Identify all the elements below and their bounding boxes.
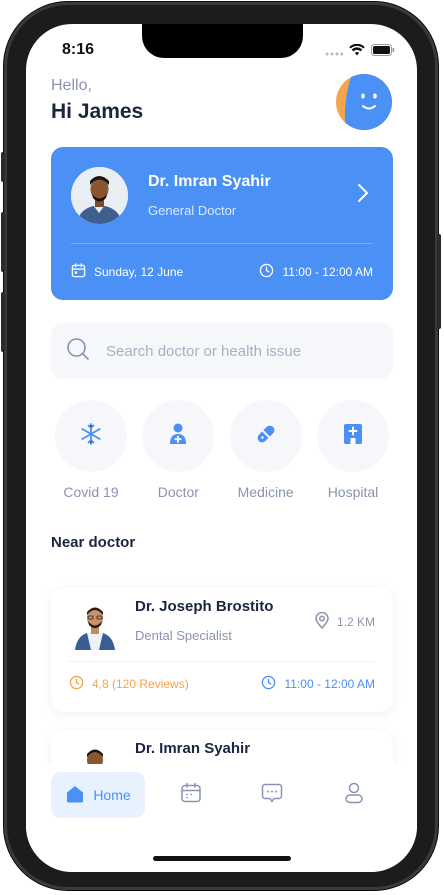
volume-up-button <box>1 212 5 272</box>
appointment-date: Sunday, 12 June <box>71 263 183 281</box>
chevron-right-icon[interactable] <box>357 183 369 208</box>
appointment-date-text: Sunday, 12 June <box>94 265 184 279</box>
signal-icon <box>325 43 344 61</box>
clock-icon <box>69 675 84 693</box>
near-doctor-rating: 4,8 (120 Reviews) <box>69 675 189 693</box>
bottom-tab-bar: Home <box>26 764 417 872</box>
near-doctor-distance: 1.2 KM <box>315 611 375 632</box>
category-hospital[interactable]: Hospital <box>313 400 393 500</box>
search-input[interactable] <box>106 342 366 360</box>
notch <box>142 24 303 58</box>
app-screen: 8:16 Hello, Hi James Dr. Imran Syahir Ge… <box>26 24 417 872</box>
appointment-time: 11:00 - 12:00 AM <box>259 263 373 281</box>
greeting-hello: Hello, <box>51 77 92 94</box>
appointment-doctor-specialty: General Doctor <box>148 203 237 218</box>
category-covid[interactable]: Covid 19 <box>51 400 131 500</box>
hospital-icon <box>343 423 363 450</box>
chat-icon <box>261 782 283 809</box>
category-list: Covid 19 Doctor Medicine Hospital <box>51 400 393 500</box>
category-label: Covid 19 <box>63 484 119 500</box>
search-icon <box>66 337 90 366</box>
card-divider <box>71 243 373 244</box>
card-divider <box>69 661 375 662</box>
appointment-doctor-name: Dr. Imran Syahir <box>148 173 271 190</box>
location-pin-icon <box>315 611 329 632</box>
home-indicator <box>153 856 291 861</box>
tab-profile[interactable] <box>334 772 374 818</box>
near-doctor-distance-text: 1.2 KM <box>336 615 375 629</box>
category-label: Medicine <box>237 484 294 500</box>
near-doctor-name: Dr. Joseph Brostito <box>135 598 274 615</box>
clock-icon <box>259 263 274 281</box>
near-doctor-name: Dr. Imran Syahir <box>135 740 251 757</box>
doctor-photo <box>71 167 128 224</box>
category-label: Doctor <box>157 484 199 500</box>
home-icon <box>65 784 85 807</box>
appointment-time-text: 11:00 - 12:00 AM <box>282 265 373 279</box>
tab-calendar[interactable] <box>171 772 211 818</box>
near-doctor-rating-text: 4,8 (120 Reviews) <box>92 677 189 691</box>
user-avatar[interactable] <box>336 74 392 130</box>
tab-home-label: Home <box>93 787 131 803</box>
battery-icon <box>371 43 395 61</box>
pill-icon <box>255 423 277 450</box>
calendar-icon <box>71 263 86 281</box>
search-bar[interactable] <box>51 323 393 379</box>
doctor-icon <box>169 423 187 450</box>
near-doctor-card[interactable]: Dr. Joseph Brostito Dental Specialist 1.… <box>51 588 393 712</box>
doctor-photo <box>71 602 119 650</box>
tab-home[interactable]: Home <box>51 772 145 818</box>
category-medicine[interactable]: Medicine <box>226 400 306 500</box>
clock-icon <box>261 675 276 693</box>
near-doctor-time: 11:00 - 12:00 AM <box>261 675 375 693</box>
category-doctor[interactable]: Doctor <box>138 400 218 500</box>
calendar-icon <box>180 782 202 809</box>
category-label: Hospital <box>327 484 379 500</box>
tab-messages[interactable] <box>252 772 292 818</box>
near-doctor-time-text: 11:00 - 12:00 AM <box>284 677 375 691</box>
upcoming-appointment-card[interactable]: Dr. Imran Syahir General Doctor Sunday, … <box>51 147 393 300</box>
status-time: 8:16 <box>62 41 95 58</box>
greeting-name: Hi James <box>51 100 144 123</box>
power-button <box>437 234 441 329</box>
phone-frame: 8:16 Hello, Hi James Dr. Imran Syahir Ge… <box>1 2 441 890</box>
snowflake-icon <box>80 422 102 450</box>
status-icons <box>325 43 395 61</box>
volume-down-button <box>1 292 5 352</box>
wifi-icon <box>349 43 365 61</box>
near-doctor-title: Near doctor <box>51 534 136 551</box>
mute-switch <box>1 152 5 182</box>
near-doctor-specialty: Dental Specialist <box>135 628 232 643</box>
user-icon <box>344 782 364 809</box>
